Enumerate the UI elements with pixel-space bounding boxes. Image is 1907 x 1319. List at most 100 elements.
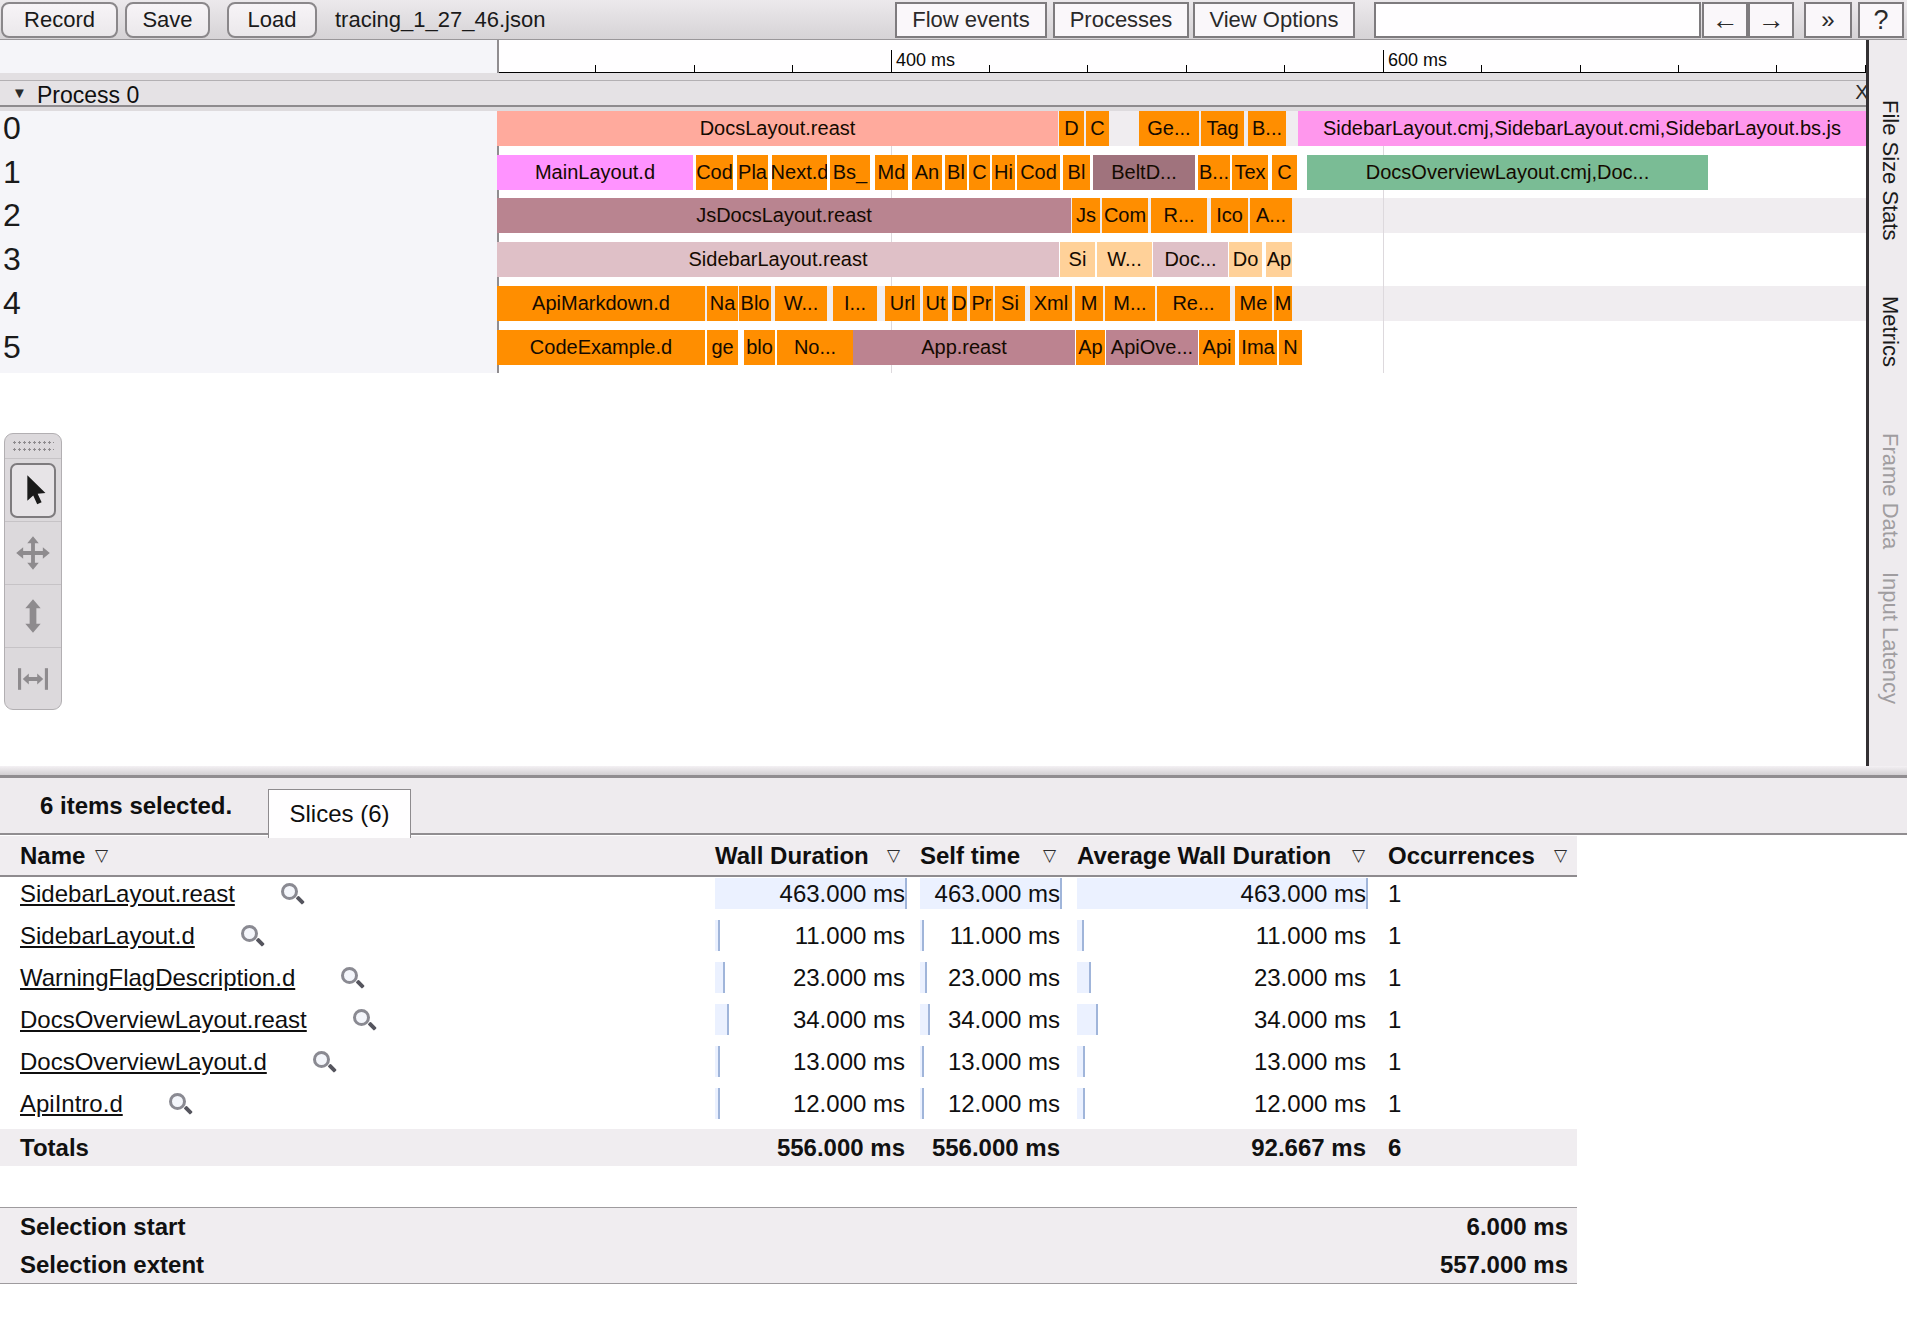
help-button[interactable]: ?	[1858, 2, 1904, 38]
trace-slice[interactable]: M	[1075, 286, 1103, 321]
zoom-tool-button[interactable]	[5, 584, 61, 647]
trace-slice[interactable]: Pla	[737, 155, 768, 190]
pan-tool-button[interactable]	[5, 521, 61, 584]
column-header-average-wall-duration[interactable]: Average Wall Duration	[1077, 836, 1331, 875]
trace-slice[interactable]: Bl	[945, 155, 967, 190]
slice-name-link[interactable]: ApiIntro.d	[20, 1090, 123, 1118]
trace-slice[interactable]: Tag	[1201, 111, 1244, 146]
trace-slice[interactable]: Hi	[992, 155, 1015, 190]
trace-slice[interactable]: Ut	[923, 286, 948, 321]
trace-slice[interactable]: W...	[775, 286, 827, 321]
trace-slice[interactable]: Si	[1060, 242, 1095, 277]
slice-name-link[interactable]: WarningFlagDescription.d	[20, 964, 295, 992]
magnifier-icon[interactable]	[169, 1093, 191, 1115]
sort-arrow-icon[interactable]: ▽	[887, 836, 900, 875]
trace-slice[interactable]: A...	[1250, 198, 1292, 233]
sort-arrow-icon[interactable]: ▽	[1554, 836, 1567, 875]
timeline-ruler[interactable]: 400 ms600 ms	[499, 40, 1866, 73]
panel-splitter[interactable]	[0, 766, 1907, 775]
trace-slice[interactable]: Ap	[1076, 330, 1105, 365]
trace-slice[interactable]: Na	[707, 286, 738, 321]
trace-slice[interactable]: ge	[707, 330, 738, 365]
trace-slice[interactable]: C	[1086, 111, 1109, 146]
trace-slice[interactable]: SidebarLayout.reast	[497, 242, 1059, 277]
sort-arrow-icon[interactable]: ▽	[95, 836, 108, 875]
trace-slice[interactable]: B...	[1198, 155, 1230, 190]
sort-arrow-icon[interactable]: ▽	[1043, 836, 1056, 875]
trace-slice[interactable]: Next.d	[772, 155, 827, 190]
load-button[interactable]: Load	[227, 2, 317, 38]
trace-slice[interactable]: Xml	[1030, 286, 1072, 321]
trace-slice[interactable]: An	[912, 155, 942, 190]
sidebar-tab-frame-data[interactable]: Frame Data	[1877, 433, 1903, 549]
trace-slice[interactable]: Js	[1072, 198, 1100, 233]
trace-slice[interactable]: Md	[875, 155, 908, 190]
find-previous-button[interactable]: ←	[1702, 2, 1748, 38]
process-header[interactable]: ▼ Process 0 X	[0, 80, 1866, 107]
slice-name-link[interactable]: DocsOverviewLayout.reast	[20, 1006, 307, 1034]
save-button[interactable]: Save	[125, 2, 210, 38]
sort-arrow-icon[interactable]: ▽	[1352, 836, 1365, 875]
trace-slice[interactable]: M...	[1105, 286, 1155, 321]
trace-slice[interactable]: App.reast	[853, 330, 1075, 365]
column-header-wall-duration[interactable]: Wall Duration	[715, 836, 869, 875]
trace-slice[interactable]: C	[1272, 155, 1297, 190]
column-header-self-time[interactable]: Self time	[920, 836, 1020, 875]
trace-slice[interactable]: I...	[833, 286, 877, 321]
selection-tool-button[interactable]	[5, 458, 61, 521]
magnifier-icon[interactable]	[281, 883, 303, 905]
trace-slice[interactable]: DocsOverviewLayout.cmj,Doc...	[1307, 155, 1708, 190]
trace-slice[interactable]: B...	[1248, 111, 1286, 146]
trace-slice[interactable]: Url	[885, 286, 920, 321]
record-button[interactable]: Record	[1, 2, 118, 38]
search-input[interactable]	[1374, 2, 1701, 38]
more-options-button[interactable]: »	[1804, 2, 1852, 38]
trace-slice[interactable]: Ico	[1211, 198, 1248, 233]
magnifier-icon[interactable]	[313, 1051, 335, 1073]
trace-slice[interactable]: JsDocsLayout.reast	[497, 198, 1071, 233]
trace-slice[interactable]: SidebarLayout.cmj,SidebarLayout.cmi,Side…	[1298, 111, 1866, 146]
slice-name-link[interactable]: SidebarLayout.reast	[20, 880, 235, 908]
trace-slice[interactable]: Do	[1229, 242, 1262, 277]
trace-slice[interactable]: Cod	[1017, 155, 1060, 190]
trace-slice[interactable]: D	[952, 286, 967, 321]
trace-slice[interactable]: Bs_	[830, 155, 870, 190]
trace-slice[interactable]: W...	[1097, 242, 1152, 277]
trace-slice[interactable]: R...	[1151, 198, 1207, 233]
sidebar-tab-input-latency[interactable]: Input Latency	[1877, 572, 1903, 704]
trace-slice[interactable]: Ap	[1266, 242, 1292, 277]
trace-slice[interactable]: CodeExample.d	[497, 330, 705, 365]
trace-slice[interactable]: N	[1279, 330, 1302, 365]
sidebar-tab-metrics[interactable]: Metrics	[1877, 296, 1903, 367]
trace-slice[interactable]: C	[969, 155, 990, 190]
trace-slice[interactable]: Ima	[1239, 330, 1277, 365]
trace-slice[interactable]: Doc...	[1153, 242, 1228, 277]
trace-slice[interactable]: Pr	[970, 286, 993, 321]
magnifier-icon[interactable]	[241, 925, 263, 947]
slice-name-link[interactable]: SidebarLayout.d	[20, 922, 195, 950]
slice-name-link[interactable]: DocsOverviewLayout.d	[20, 1048, 267, 1076]
tab-slices[interactable]: Slices (6)	[268, 789, 411, 838]
column-header-occurrences[interactable]: Occurrences	[1388, 836, 1535, 875]
find-next-button[interactable]: →	[1748, 2, 1794, 38]
trace-slice[interactable]: DocsLayout.reast	[497, 111, 1058, 146]
trace-slice[interactable]: MainLayout.d	[497, 155, 693, 190]
sidebar-tab-file-size-stats[interactable]: File Size Stats	[1877, 100, 1903, 241]
trace-slice[interactable]: Com	[1102, 198, 1148, 233]
magnifier-icon[interactable]	[353, 1009, 375, 1031]
trace-slice[interactable]: Si	[995, 286, 1025, 321]
trace-slice[interactable]: BeltD...	[1093, 155, 1195, 190]
trace-slice[interactable]: Ge...	[1139, 111, 1199, 146]
collapse-caret-icon[interactable]: ▼	[12, 84, 27, 101]
trace-slice[interactable]: Cod	[696, 155, 733, 190]
trace-slice[interactable]: No...	[777, 330, 853, 365]
magnifier-icon[interactable]	[341, 967, 363, 989]
timing-tool-button[interactable]	[5, 647, 61, 710]
trace-slice[interactable]: Blo	[739, 286, 771, 321]
trace-slice[interactable]: Bl	[1063, 155, 1090, 190]
trace-slice[interactable]: blo	[744, 330, 775, 365]
view-options-button[interactable]: View Options	[1193, 2, 1355, 38]
processes-button[interactable]: Processes	[1053, 2, 1189, 38]
column-header-name[interactable]: Name	[20, 836, 85, 875]
trace-slice[interactable]: Tex	[1232, 155, 1268, 190]
